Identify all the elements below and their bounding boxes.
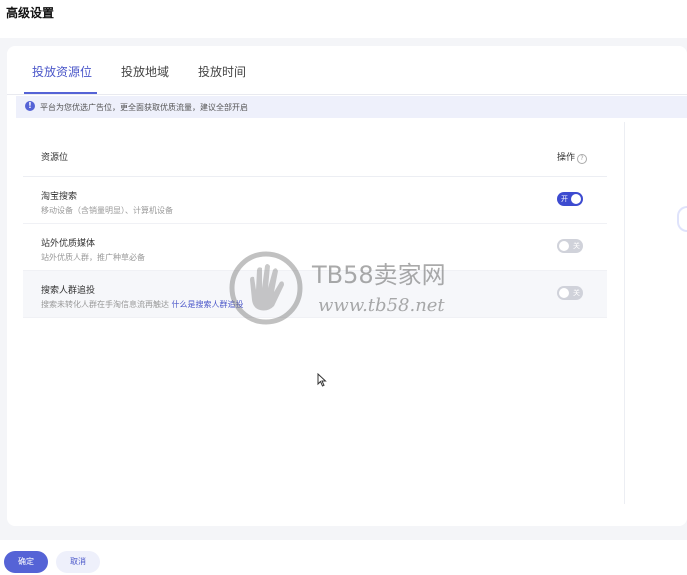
row-name: 搜索人群追投 [41, 286, 96, 296]
row-desc: 站外优质人群，推广种草必备 [41, 253, 145, 262]
header-operation-label: 操作 [557, 153, 576, 163]
watermark-url: www.tb58.net [318, 295, 445, 316]
tab-time[interactable]: 投放时间 [198, 63, 246, 80]
page-title: 高级设置 [6, 6, 55, 20]
toggle-switch[interactable]: 关 [557, 239, 583, 253]
toggle-label: 关 [573, 242, 580, 250]
toggle-knob [559, 241, 569, 251]
header-operation: 操作? [557, 150, 588, 164]
resource-table: 资源位 操作? 淘宝搜索 移动设备（含销量明显）、计算机设备 开 站外优质媒体 … [23, 132, 607, 318]
row-desc-text: 搜索未转化人群在手淘信息流再触达 [41, 300, 169, 309]
toggle-label: 关 [573, 289, 580, 297]
help-icon[interactable]: ? [577, 154, 588, 164]
tab-region[interactable]: 投放地域 [121, 63, 169, 80]
row-desc: 移动设备（含销量明显）、计算机设备 [41, 206, 173, 215]
watermark-hand-icon [229, 251, 303, 325]
mouse-cursor-icon [317, 373, 327, 387]
active-tab-indicator [24, 92, 97, 94]
toggle-label: 开 [561, 195, 568, 203]
footer-bar: 确定 取消 [0, 540, 687, 575]
cancel-button[interactable]: 取消 [56, 551, 100, 573]
side-expand-handle[interactable] [677, 206, 687, 232]
panel-divider [624, 122, 625, 504]
toggle-knob [559, 288, 569, 298]
table-row: 淘宝搜索 移动设备（含销量明显）、计算机设备 开 [23, 177, 607, 224]
header-bar: 高级设置 [0, 0, 687, 38]
info-icon: ! [25, 101, 35, 111]
tab-placement[interactable]: 投放资源位 [32, 63, 92, 80]
watermark-title: TB58卖家网 [312, 261, 446, 289]
row-name: 站外优质媒体 [41, 239, 96, 249]
toggle-knob [571, 194, 581, 204]
tab-bar: 投放资源位 投放地域 投放时间 [7, 46, 687, 95]
row-name: 淘宝搜索 [41, 192, 78, 202]
confirm-button[interactable]: 确定 [4, 551, 48, 573]
toggle-switch[interactable]: 关 [557, 286, 583, 300]
row-desc: 搜索未转化人群在手淘信息流再触达 什么是搜索人群追投 [41, 299, 244, 310]
notice-banner: ! 平台为您优选广告位，更全面获取优质流量，建议全部开启 [16, 96, 687, 118]
toggle-switch[interactable]: 开 [557, 192, 583, 206]
notice-text: 平台为您优选广告位，更全面获取优质流量，建议全部开启 [40, 103, 248, 112]
table-header: 资源位 操作? [23, 132, 607, 177]
header-resource: 资源位 [41, 153, 69, 163]
